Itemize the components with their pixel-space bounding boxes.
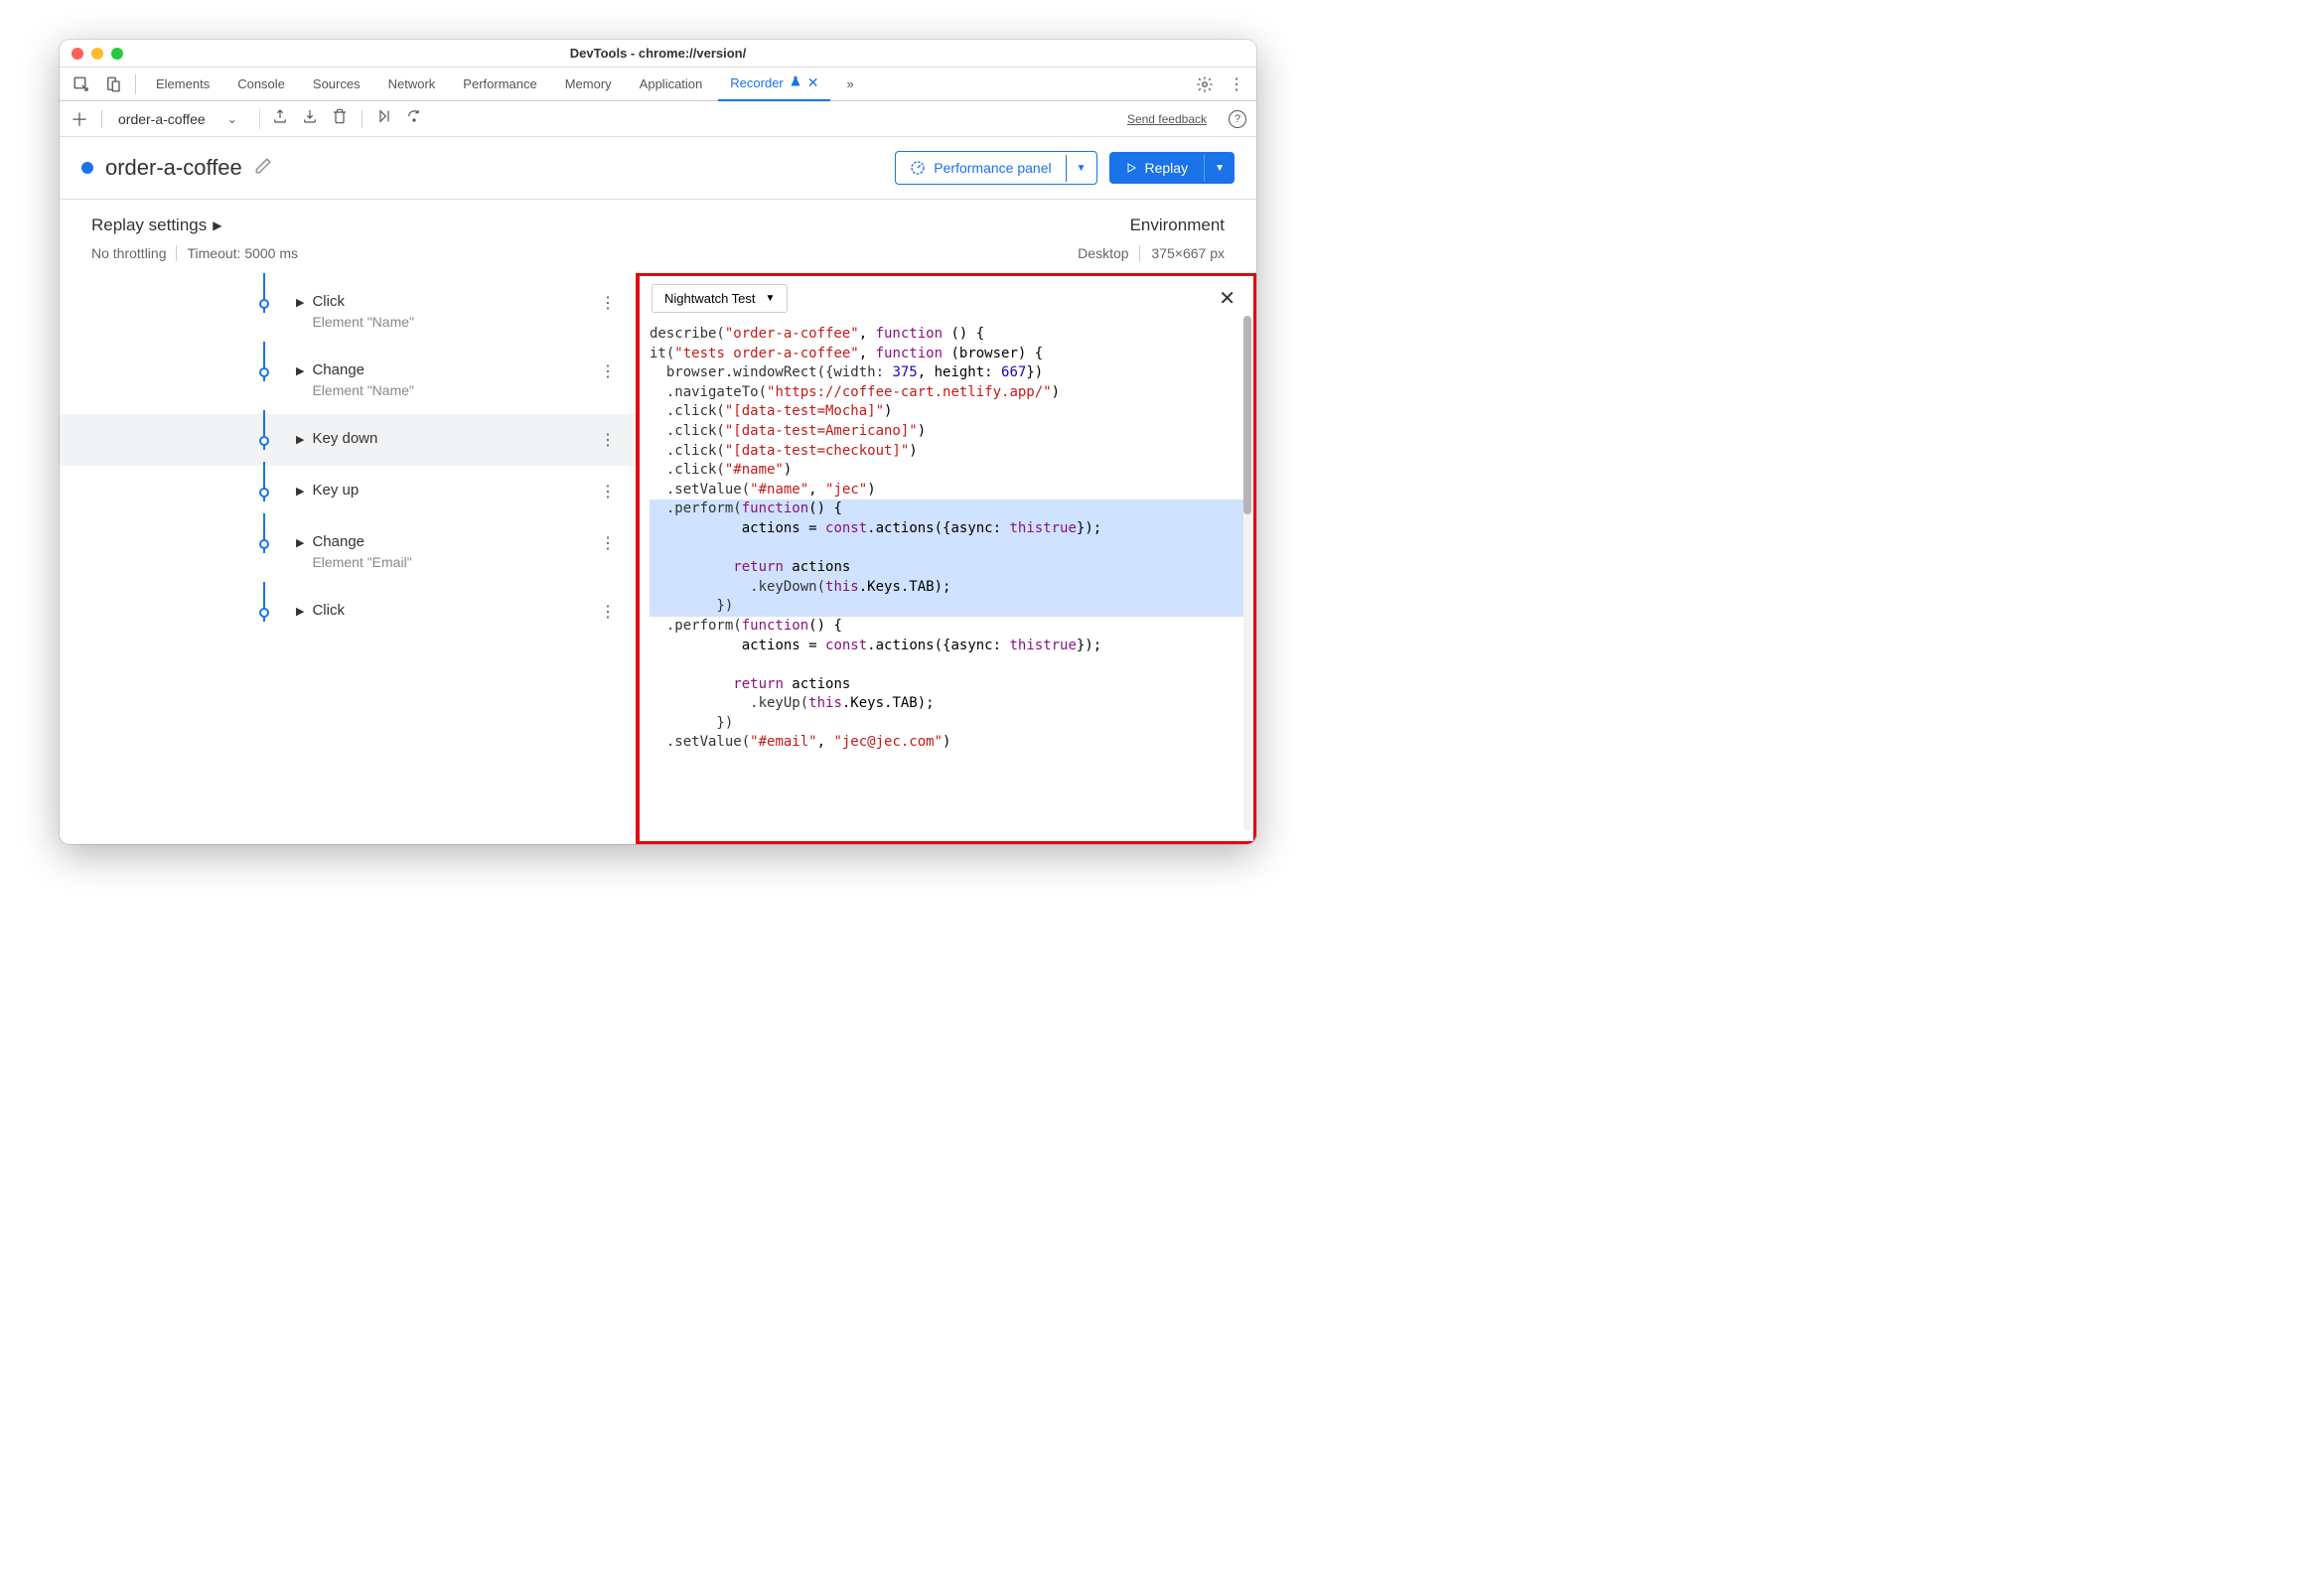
replay-button[interactable]: Replay ▼	[1109, 152, 1235, 184]
timeline-dot	[259, 299, 269, 309]
env-dimensions: 375×667 px	[1151, 245, 1225, 261]
timeout-value[interactable]: Timeout: 5000 ms	[187, 245, 298, 261]
step-title: Click	[312, 602, 345, 619]
env-device: Desktop	[1078, 245, 1139, 261]
devtools-tabs: Elements Console Sources Network Perform…	[60, 68, 1256, 101]
delete-icon[interactable]	[332, 108, 348, 129]
performance-dropdown-icon[interactable]: ▼	[1066, 155, 1096, 182]
play-step-icon[interactable]	[376, 108, 392, 129]
export-format-select[interactable]: Nightwatch Test ▼	[652, 284, 788, 313]
flask-icon	[790, 75, 801, 90]
recording-header: order-a-coffee Performance panel ▼ Repla…	[60, 137, 1256, 200]
step-title: Key up	[312, 482, 359, 499]
steps-list: ▶ Click Element "Name" ⋮ ▶ Change Elemen…	[60, 273, 636, 844]
close-tab-icon[interactable]: ✕	[807, 74, 819, 91]
step-title: Click	[312, 293, 414, 310]
settings-icon[interactable]	[1193, 72, 1217, 96]
tab-overflow[interactable]: »	[834, 68, 865, 101]
tab-performance[interactable]: Performance	[451, 68, 548, 101]
step-subtitle: Element "Email"	[312, 554, 411, 570]
timeline-dot	[259, 539, 269, 549]
tab-application[interactable]: Application	[628, 68, 715, 101]
step-menu-icon[interactable]: ⋮	[600, 482, 636, 501]
tab-network[interactable]: Network	[376, 68, 448, 101]
step-menu-icon[interactable]: ⋮	[600, 430, 636, 450]
code-body[interactable]: describe("order-a-coffee", function () {…	[640, 321, 1253, 841]
step-item[interactable]: ▶ Change Element "Email" ⋮	[60, 517, 636, 586]
step-item[interactable]: ▶ Change Element "Name" ⋮	[60, 346, 636, 414]
step-subtitle: Element "Name"	[312, 382, 414, 398]
send-feedback-link[interactable]: Send feedback	[1127, 112, 1207, 126]
performance-panel-label: Performance panel	[934, 160, 1051, 176]
environment-title: Environment	[1078, 215, 1225, 235]
step-item[interactable]: ▶ Click ⋮	[60, 586, 636, 638]
status-dot	[81, 162, 93, 174]
scrollbar-thumb[interactable]	[1243, 316, 1251, 514]
export-icon[interactable]	[272, 108, 288, 129]
replay-button-label: Replay	[1145, 160, 1189, 176]
edit-icon[interactable]	[254, 157, 272, 180]
new-recording-button[interactable]: ＋	[70, 109, 89, 129]
devtools-window: DevTools - chrome://version/ Elements Co…	[60, 40, 1256, 844]
performance-panel-button[interactable]: Performance panel ▼	[895, 151, 1096, 185]
chevron-right-icon: ▶	[296, 485, 304, 498]
close-panel-button[interactable]: ✕	[1213, 286, 1241, 311]
code-export-panel: Nightwatch Test ▼ ✕ describe("order-a-co…	[636, 273, 1256, 844]
main-area: ▶ Click Element "Name" ⋮ ▶ Change Elemen…	[60, 273, 1256, 844]
step-item[interactable]: ▶ Key up ⋮	[60, 466, 636, 517]
chevron-right-icon: ▶	[296, 433, 304, 446]
step-item[interactable]: ▶ Click Element "Name" ⋮	[60, 277, 636, 346]
tab-recorder-label: Recorder	[730, 75, 783, 90]
chevron-right-icon: ▶	[296, 536, 304, 549]
kebab-menu-icon[interactable]: ⋮	[1225, 72, 1248, 96]
replay-dropdown-icon[interactable]: ▼	[1204, 155, 1235, 182]
chevron-right-icon: ▶	[296, 605, 304, 618]
tab-sources[interactable]: Sources	[301, 68, 372, 101]
chevron-right-icon: ▶	[213, 218, 221, 232]
tab-recorder[interactable]: Recorder ✕	[718, 68, 830, 101]
import-icon[interactable]	[302, 108, 318, 129]
timeline-dot	[259, 608, 269, 618]
recording-title: order-a-coffee	[105, 155, 242, 181]
step-menu-icon[interactable]: ⋮	[600, 361, 636, 381]
chevron-down-icon: ▼	[766, 293, 776, 304]
timeline-dot	[259, 488, 269, 498]
settings-row: Replay settings ▶ No throttling Timeout:…	[60, 200, 1256, 261]
chevron-right-icon: ▶	[296, 364, 304, 377]
step-title: Key down	[312, 430, 377, 447]
tab-elements[interactable]: Elements	[144, 68, 221, 101]
recorder-toolbar: ＋ order-a-coffee ⌄ Send feedback ?	[60, 101, 1256, 137]
timeline-dot	[259, 436, 269, 446]
recording-dropdown-icon[interactable]: ⌄	[221, 112, 243, 126]
step-menu-icon[interactable]: ⋮	[600, 533, 636, 553]
help-icon[interactable]: ?	[1229, 110, 1246, 128]
step-subtitle: Element "Name"	[312, 314, 414, 330]
window-title: DevTools - chrome://version/	[60, 46, 1256, 61]
step-over-icon[interactable]	[406, 108, 422, 129]
throttling-value[interactable]: No throttling	[91, 245, 177, 261]
step-menu-icon[interactable]: ⋮	[600, 293, 636, 313]
timeline-dot	[259, 367, 269, 377]
step-menu-icon[interactable]: ⋮	[600, 602, 636, 622]
step-item[interactable]: ▶ Key down ⋮	[60, 414, 636, 466]
step-title: Change	[312, 533, 411, 550]
step-title: Change	[312, 361, 414, 378]
tab-console[interactable]: Console	[225, 68, 297, 101]
inspect-icon[interactable]	[68, 71, 95, 98]
recording-name[interactable]: order-a-coffee	[114, 111, 210, 127]
device-icon[interactable]	[99, 71, 127, 98]
tab-memory[interactable]: Memory	[553, 68, 624, 101]
titlebar: DevTools - chrome://version/	[60, 40, 1256, 68]
replay-settings-toggle[interactable]: Replay settings ▶	[91, 215, 298, 235]
chevron-right-icon: ▶	[296, 296, 304, 309]
export-format-label: Nightwatch Test	[664, 291, 756, 306]
